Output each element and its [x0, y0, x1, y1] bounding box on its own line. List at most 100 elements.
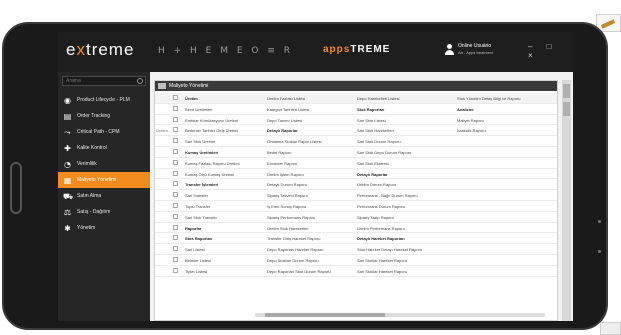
- table-row: Birimler Listesi Depo Stokları Durum Rapo…: [155, 255, 557, 266]
- sidebar-item[interactable]: ⤳ Critical Path - CPM: [58, 124, 150, 140]
- folder-icon: [173, 159, 178, 165]
- table-row: Üretim Bedenler Tarihler Giriş Üretimi Det…: [155, 125, 557, 137]
- menu-link[interactable]: Birimler Listesi: [185, 258, 263, 263]
- sidebar-item[interactable]: ◔ Verimlilik: [58, 156, 150, 172]
- menu-link[interactable]: Detaylı Durum Raporu: [267, 182, 355, 187]
- table-row: Sari Stok Transfer Sipariş Performans Rap…: [155, 212, 557, 223]
- main-panel: Maliyeto Yönetimi Üretim Üretim Fazlası L…: [154, 80, 558, 321]
- table-row: Emtelar Kümülasyonu Üretimi Depo Tanımı L…: [155, 115, 557, 126]
- menu-link[interactable]: Depo Raporları Hareket Raporu: [267, 247, 355, 252]
- menu-link[interactable]: Detaylı Raporlar: [267, 128, 355, 133]
- horizontal-scrollbar[interactable]: [255, 313, 545, 317]
- menu-link[interactable]: Bedenler Tarihler Giriş Üretimi: [185, 128, 263, 133]
- sidebar-item-label: Order Tracking: [77, 113, 111, 119]
- sidebar-item[interactable]: ✱ Yönetim: [58, 220, 150, 236]
- menu-link[interactable]: Detaylı Hareket Raporları: [357, 236, 453, 241]
- folder-icon: [173, 202, 178, 208]
- menu-link[interactable]: Sari Stok Listesi: [357, 118, 453, 123]
- search-input[interactable]: [63, 77, 133, 85]
- table-row: Kumaş Üretimleri Bedel Raporu Sari Stok De…: [155, 147, 557, 158]
- folder-icon: [173, 148, 178, 154]
- user-name: Online Usuário: [458, 43, 492, 49]
- menu-link[interactable]: Sipariş Takvimi Raporu: [267, 193, 355, 198]
- sidebar-item[interactable]: ⛟ Satın Alma: [58, 188, 150, 204]
- menu-link[interactable]: Transfer İşlemleri: [185, 182, 263, 187]
- panel-icon: [158, 83, 166, 89]
- quality-icon: ✚: [64, 143, 71, 153]
- side-tab-button[interactable]: [563, 84, 570, 98]
- menu-link[interactable]: Detaylı Raporlar: [357, 172, 453, 177]
- sidebar-item[interactable]: ▤ Order Tracking: [58, 108, 150, 124]
- menu-link[interactable]: İstatistik Raporu: [457, 128, 555, 133]
- menu-link[interactable]: Stok Raporları: [357, 107, 453, 112]
- menu-link[interactable]: Sari Stok Ekstresi: [357, 161, 453, 166]
- menu-link[interactable]: Sari Stok Durum Raporu: [357, 139, 453, 144]
- top-bar: extreme H + H E M E O ≡ R appsTREME Onli…: [58, 32, 573, 72]
- sidebar-item-label: Satış - Dağıtım: [77, 209, 111, 215]
- home-button[interactable]: [10, 162, 22, 214]
- menu-link[interactable]: Ortalama Stoklar Rapor Listesi: [267, 139, 355, 144]
- menu-link[interactable]: Kumaş Fazlası Raporu Üretimi: [185, 161, 263, 166]
- menu-link[interactable]: Kategori Tarihleri Listesi: [267, 107, 355, 112]
- cost-icon: ▦: [63, 175, 72, 185]
- window-controls[interactable]: – □ ×: [528, 42, 573, 60]
- sidebar-item[interactable]: ◉ Product Lifecycle - PLM: [58, 92, 150, 108]
- menu-link[interactable]: Sari Stoklar Hareket Raporu: [357, 269, 453, 274]
- menu-link[interactable]: Üretim İşlem Raporu: [267, 172, 355, 177]
- menu-link[interactable]: Stok Yönetim Detay Bilgi ve Raporu: [457, 96, 555, 101]
- menu-link[interactable]: Stok Raporları: [185, 236, 263, 241]
- menu-link[interactable]: Transfer Giriş Hareket Raporu: [267, 236, 355, 241]
- menu-link[interactable]: Sari Stok Hareketleri: [357, 128, 453, 133]
- menu-link[interactable]: Emtelar Kümülasyonu Üretimi: [185, 118, 263, 123]
- menu-link[interactable]: Sari Stok Üretimi: [185, 139, 263, 144]
- side-tab-button[interactable]: [563, 102, 570, 116]
- menu-link[interactable]: Sari Stok Depo Durum Raporu: [357, 150, 453, 155]
- menu-link[interactable]: Bedel Raporu: [267, 150, 355, 155]
- folder-icon: [173, 213, 178, 219]
- menu-link[interactable]: Depo Hareketleri Listesi: [357, 96, 453, 101]
- toolbar-icons[interactable]: H + H E M E O ≡ R: [158, 46, 293, 56]
- menu-link[interactable]: Depo Stokları Durum Raporu: [267, 258, 355, 263]
- menu-link[interactable]: Kumaş Ölçü Kumaş Üretimi: [185, 172, 263, 177]
- sidebar-item[interactable]: ✚ Kalite Kontrol: [58, 140, 150, 156]
- menu-link[interactable]: Toplu Transfer: [185, 204, 263, 209]
- menu-link[interactable]: Üretim: [185, 96, 263, 101]
- menu-link[interactable]: Sari Stok Transfer: [185, 215, 263, 220]
- search-icon[interactable]: [137, 78, 143, 84]
- menu-link[interactable]: Raporlar: [185, 226, 263, 231]
- menu-link[interactable]: Kumaş Üretimleri: [185, 150, 263, 155]
- menu-link[interactable]: Üretim Fazlası Listesi: [267, 96, 355, 101]
- logo-accent: x: [76, 40, 86, 59]
- menu-link[interactable]: Depo Tanımı Listesi: [267, 118, 355, 123]
- menu-link[interactable]: İş Emri Sonuç Raporu: [267, 204, 355, 209]
- sidebar: ◉ Product Lifecycle - PLM ▤ Order Tracking ⤳…: [58, 72, 150, 321]
- menu-link[interactable]: Envanter Raporu: [267, 161, 355, 166]
- folder-icon: [173, 105, 178, 111]
- menu-link[interactable]: Analizler: [457, 107, 555, 112]
- menu-link[interactable]: Sari Listesi: [185, 247, 263, 252]
- menu-link[interactable]: Tipler Listesi: [185, 269, 263, 274]
- sidebar-item[interactable]: ▦ Maliyeto Yönetimi: [58, 172, 150, 188]
- search-box[interactable]: [62, 76, 146, 86]
- menu-link[interactable]: Üretim Durum Raporu: [357, 182, 453, 187]
- sidebar-item-label: Satın Alma: [77, 193, 102, 199]
- folder-icon: [173, 235, 178, 241]
- table-row: Üretim Üretim Fazlası Listesi Depo Hareket…: [155, 93, 557, 104]
- menu-link[interactable]: Üretim Performans Raporu: [357, 226, 453, 231]
- menu-link[interactable]: Depo Raporları Stok Durum Raporu: [267, 269, 355, 274]
- scrollbar-thumb[interactable]: [265, 313, 385, 317]
- menu-link[interactable]: Performans - Bağıl Durum Raporu: [357, 193, 453, 198]
- menu-link[interactable]: Maliyet Raporu: [457, 118, 555, 123]
- table-row: Transfer İşlemleri Detaylı Durum Raporu Ür…: [155, 179, 557, 191]
- menu-link[interactable]: Stok Hareket Detayı Hareket Raporu: [357, 247, 453, 252]
- menu-link[interactable]: Üretim Stok Hareketleri: [267, 226, 355, 231]
- menu-link[interactable]: Performans Durum Raporu: [357, 204, 453, 209]
- sidebar-item[interactable]: ⚖ Satış - Dağıtım: [58, 204, 150, 220]
- menu-link[interactable]: Sari Stoklar Hareket Raporu: [357, 258, 453, 263]
- menu-link[interactable]: Sari Transfer: [185, 193, 263, 198]
- logo-part: treme: [85, 40, 135, 59]
- menu-link[interactable]: Sipariş Takip Raporu: [357, 215, 453, 220]
- menu-link[interactable]: Sevir Üretimleri: [185, 107, 263, 112]
- panel-title: Maliyeto Yönetimi: [169, 83, 209, 89]
- menu-link[interactable]: Sipariş Performans Raporu: [267, 215, 355, 220]
